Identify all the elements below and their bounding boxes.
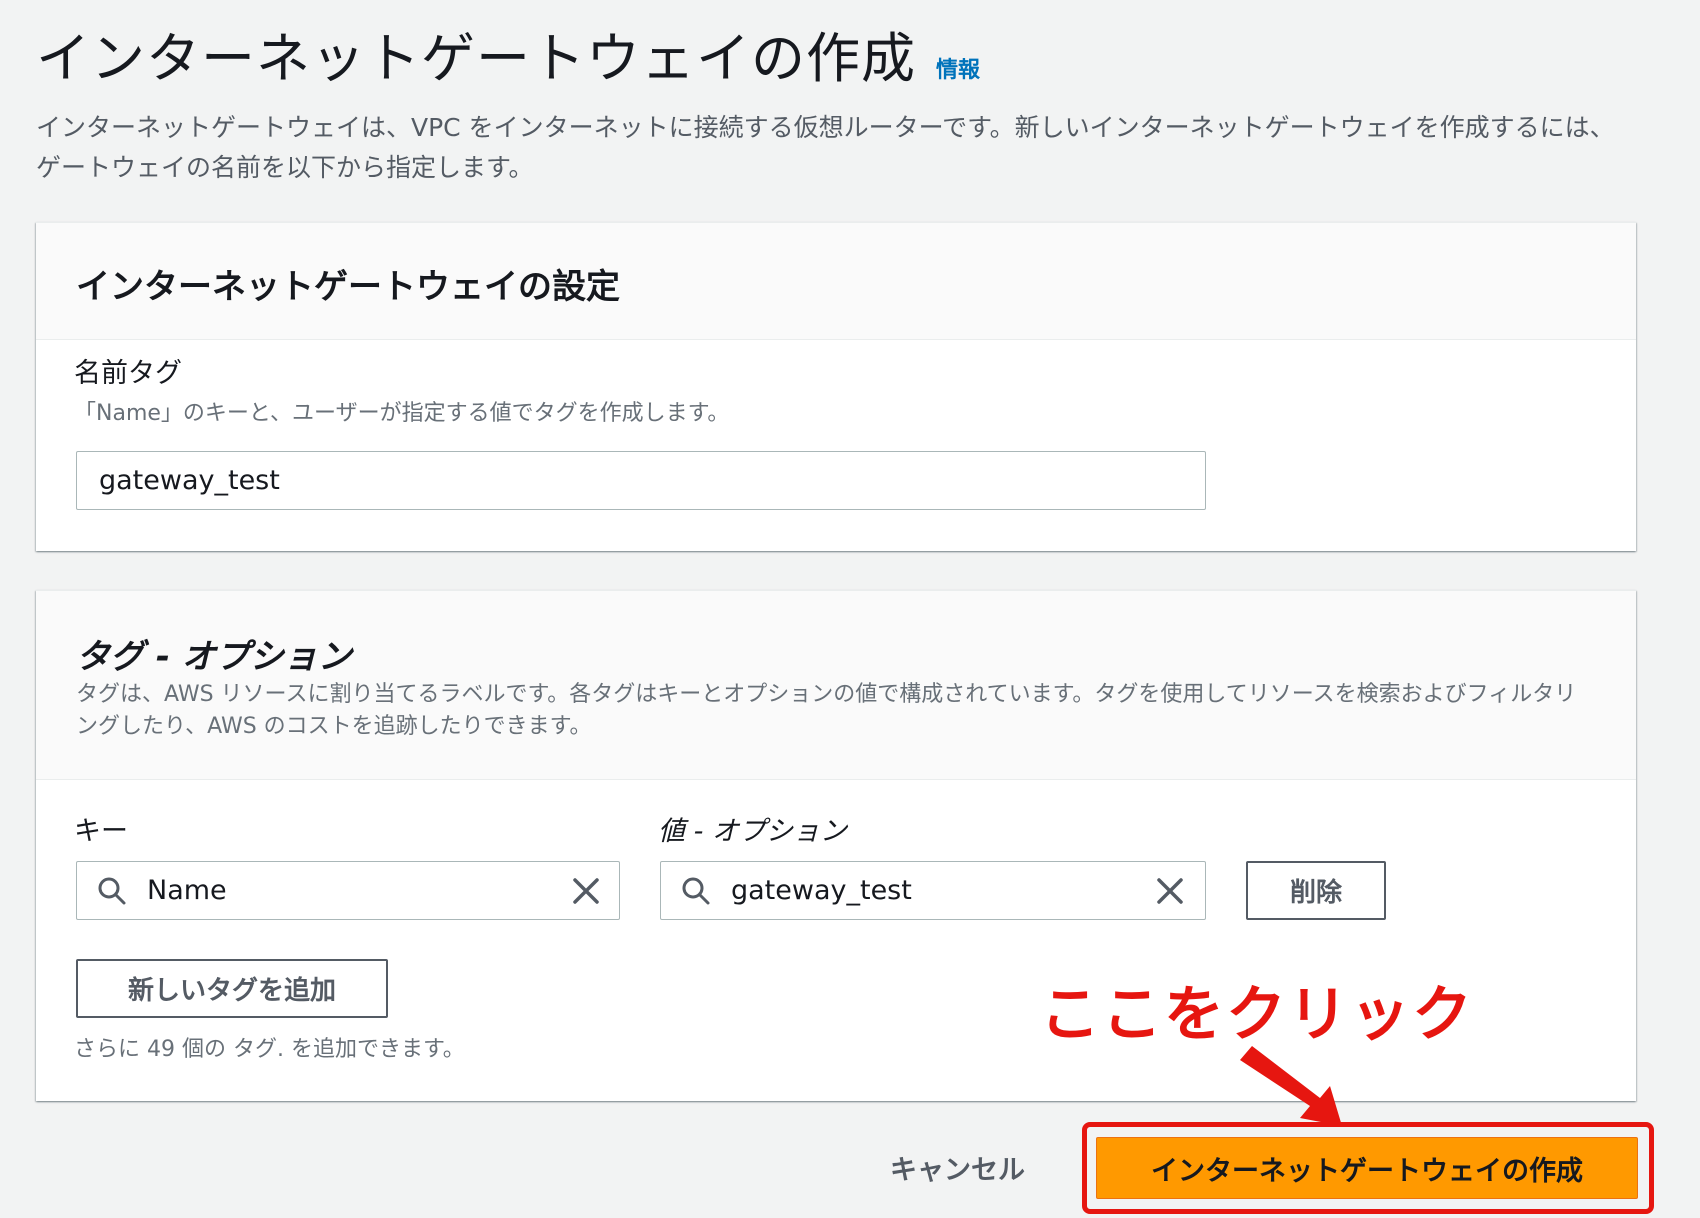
tags-panel-description: タグは、AWS リソースに割り当てるラベルです。各タグはキーとオプションの値で構… (76, 682, 1577, 739)
name-tag-input-value: gateway_test (99, 465, 280, 496)
tag-key-label: キー (74, 816, 128, 847)
tag-key-value: Name (147, 875, 227, 906)
create-internet-gateway-button[interactable]: インターネットゲートウェイの作成 (1096, 1137, 1638, 1199)
info-link[interactable]: 情報 (936, 52, 980, 84)
tags-panel-header: タグ - オプション タグは、AWS リソースに割り当てるラベルです。各タグはキ… (36, 591, 1636, 780)
tag-value-value: gateway_test (731, 875, 912, 906)
cancel-button[interactable]: キャンセル (890, 1148, 1025, 1187)
tags-panel-title: タグ - オプション (76, 637, 352, 677)
name-tag-description: 「Name」のキーと、ユーザーが指定する値でタグを作成します。 (74, 401, 730, 426)
close-icon[interactable] (1155, 876, 1185, 906)
close-icon[interactable] (571, 876, 601, 906)
settings-panel: インターネットゲートウェイの設定 名前タグ 「Name」のキーと、ユーザーが指定… (36, 222, 1636, 551)
tag-value-input[interactable]: gateway_test (660, 861, 1206, 920)
settings-panel-title: インターネットゲートウェイの設定 (76, 267, 620, 307)
tag-limit-text: さらに 49 個の タグ. を追加できます。 (74, 1037, 465, 1062)
page-header: インターネットゲートウェイの作成 情報 (36, 14, 980, 93)
name-tag-label: 名前タグ (74, 358, 182, 389)
add-tag-button[interactable]: 新しいタグを追加 (76, 959, 388, 1018)
search-icon (682, 877, 710, 905)
search-icon (98, 877, 126, 905)
tag-value-label: 値 - オプション (658, 816, 847, 847)
name-tag-input[interactable]: gateway_test (76, 451, 1206, 510)
page-description: インターネットゲートウェイは、VPC をインターネットに接続する仮想ルーターです… (36, 113, 1615, 182)
remove-tag-button[interactable]: 削除 (1246, 861, 1386, 920)
settings-panel-header: インターネットゲートウェイの設定 (36, 223, 1636, 340)
tag-key-input[interactable]: Name (76, 861, 620, 920)
arrow-icon (1240, 1046, 1342, 1126)
page-title: インターネットゲートウェイの作成 (36, 27, 916, 90)
